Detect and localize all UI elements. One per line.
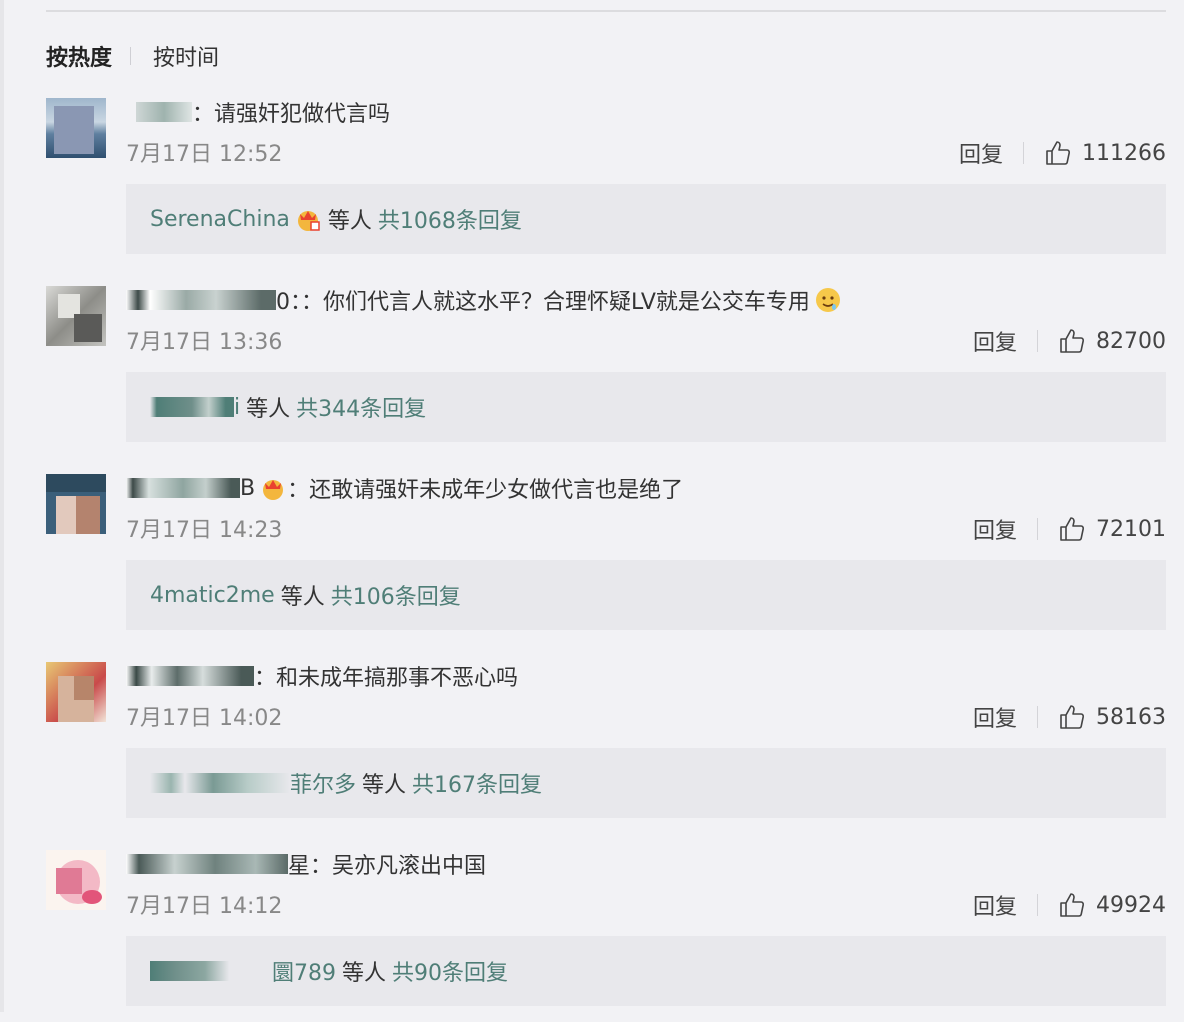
comment-time: 7月17日 14:12: [126, 894, 283, 919]
reply-user-mosaic: [150, 773, 290, 793]
reply-button[interactable]: 回复: [959, 137, 1003, 169]
comment-header: ： 和未成年搞那事不恶心吗: [126, 662, 519, 691]
drooling-emoji-icon: [815, 288, 840, 312]
comment-header: 0：： 你们代言人就这水平？合理怀疑LV就是公交车专用: [126, 286, 842, 315]
reply-etal: 等人: [246, 397, 291, 422]
replies-preview[interactable]: i 等人 共344条回复: [126, 372, 1166, 442]
thumbs-up-icon: [1046, 141, 1071, 165]
user-separator: ：: [254, 666, 277, 691]
like-count: 111266: [1082, 140, 1166, 166]
thumbs-up-icon: [1060, 329, 1085, 353]
reply-count-link[interactable]: 共90条回复: [392, 955, 508, 987]
user-name[interactable]: [126, 100, 192, 124]
user-name[interactable]: [126, 288, 276, 312]
comment-text: 请强奸犯做代言吗: [214, 102, 391, 127]
like-button[interactable]: 49924: [1058, 891, 1166, 919]
reply-button[interactable]: 回复: [973, 325, 1017, 357]
action-divider: [1023, 142, 1025, 164]
like-button[interactable]: 58163: [1058, 703, 1166, 731]
comment-header: 星： 吴亦凡滚出中国: [126, 850, 487, 879]
reply-user-mosaic: [150, 961, 272, 981]
reply-etal: 等人: [327, 209, 372, 234]
like-button[interactable]: 111266: [1044, 139, 1166, 167]
thumbs-up-icon: [1060, 517, 1085, 541]
avatar[interactable]: [46, 286, 106, 346]
user-name[interactable]: [126, 664, 254, 688]
thumbs-up-icon: [1060, 705, 1085, 729]
comment-time: 7月17日 12:52: [126, 142, 283, 167]
user-separator: ：: [192, 102, 215, 127]
reply-user-name[interactable]: 菲尔多: [290, 767, 356, 799]
reply-button[interactable]: 回复: [973, 889, 1017, 921]
reply-user-name[interactable]: 4matic2me: [150, 583, 275, 608]
like-button[interactable]: 82700: [1058, 327, 1166, 355]
like-count: 49924: [1096, 892, 1166, 918]
comment-actions: 回复 49924: [973, 889, 1166, 921]
reply-etal: 等人: [280, 585, 325, 610]
reply-user-name[interactable]: 圜789: [272, 955, 336, 987]
reply-button[interactable]: 回复: [973, 513, 1017, 545]
sort-by-hot-tab[interactable]: 按热度: [46, 40, 112, 72]
sort-divider: [130, 47, 132, 65]
reply-button[interactable]: 回复: [973, 701, 1017, 733]
comment-time: 7月17日 14:23: [126, 518, 283, 543]
reply-user-name[interactable]: SerenaChina: [150, 207, 290, 232]
reply-count-link[interactable]: 共106条回复: [331, 579, 461, 611]
top-divider: [46, 10, 1166, 12]
action-divider: [1037, 894, 1038, 916]
comment-time: 7月17日 13:36: [126, 330, 283, 355]
comment-actions: 回复 72101: [973, 513, 1166, 545]
comment-header: B ： 还敢请强奸未成年少女做代言也是绝了: [126, 474, 684, 503]
user-separator: 星：: [288, 854, 333, 879]
reply-etal: 等人: [362, 773, 407, 798]
reply-etal: 等人: [342, 961, 387, 986]
replies-preview[interactable]: 菲尔多 等人 共167条回复: [126, 748, 1166, 818]
replies-preview[interactable]: 圜789 等人 共90条回复: [126, 936, 1166, 1006]
comment-actions: 回复 58163: [973, 701, 1166, 733]
comment-item: 0：： 你们代言人就这水平？合理怀疑LV就是公交车专用 7月17日 13:36 …: [46, 286, 1166, 458]
comment-text: 吴亦凡滚出中国: [332, 854, 487, 879]
avatar[interactable]: [46, 662, 106, 722]
comment-item: 星： 吴亦凡滚出中国 7月17日 14:12 回复 49924 圜789 等人 …: [46, 850, 1166, 1022]
avatar[interactable]: [46, 474, 106, 534]
comment-actions: 回复 111266: [959, 137, 1166, 169]
like-button[interactable]: 72101: [1058, 515, 1166, 543]
reply-count-link[interactable]: 共344条回复: [296, 391, 426, 423]
comment-item: ： 请强奸犯做代言吗 7月17日 12:52 回复 111266 SerenaC…: [46, 98, 1166, 270]
avatar[interactable]: [46, 850, 106, 910]
sort-tabs: 按热度 按时间: [46, 40, 219, 72]
reply-user-mosaic: [150, 397, 234, 417]
page-left-border: [0, 0, 4, 1012]
reply-user-name[interactable]: i: [234, 395, 240, 420]
reply-count-link[interactable]: 共167条回复: [412, 767, 542, 799]
comment-actions: 回复 82700: [973, 325, 1166, 357]
user-name[interactable]: [126, 476, 240, 500]
thumbs-up-icon: [1060, 893, 1085, 917]
replies-preview[interactable]: SerenaChina 等人 共1068条回复: [126, 184, 1166, 254]
comment-header: ： 请强奸犯做代言吗: [126, 98, 391, 127]
action-divider: [1037, 706, 1038, 728]
comment-item: ： 和未成年搞那事不恶心吗 7月17日 14:02 回复 58163 菲尔多 等…: [46, 662, 1166, 834]
like-count: 72101: [1096, 516, 1166, 542]
user-separator: 0：：: [276, 290, 323, 315]
action-divider: [1037, 330, 1038, 352]
user-name-suffix: B: [240, 475, 256, 501]
replies-preview[interactable]: 4matic2me 等人 共106条回复: [126, 560, 1166, 630]
comment-time: 7月17日 14:02: [126, 706, 283, 731]
user-name[interactable]: [126, 852, 288, 876]
like-count: 58163: [1096, 704, 1166, 730]
comment-text: 还敢请强奸未成年少女做代言也是绝了: [309, 478, 684, 503]
comment-text: 和未成年搞那事不恶心吗: [276, 666, 519, 691]
reply-count-link[interactable]: 共1068条回复: [378, 203, 522, 235]
like-count: 82700: [1096, 328, 1166, 354]
avatar[interactable]: [46, 98, 106, 158]
comment-item: B ： 还敢请强奸未成年少女做代言也是绝了 7月17日 14:23 回复 721…: [46, 474, 1166, 646]
crown-badge-icon: [263, 480, 284, 500]
sort-by-time-tab[interactable]: 按时间: [153, 40, 219, 72]
action-divider: [1037, 518, 1038, 540]
user-separator: ：: [287, 478, 310, 503]
comment-text: 你们代言人就这水平？合理怀疑LV就是公交车专用: [323, 290, 810, 315]
crown-badge-icon: [297, 211, 320, 231]
